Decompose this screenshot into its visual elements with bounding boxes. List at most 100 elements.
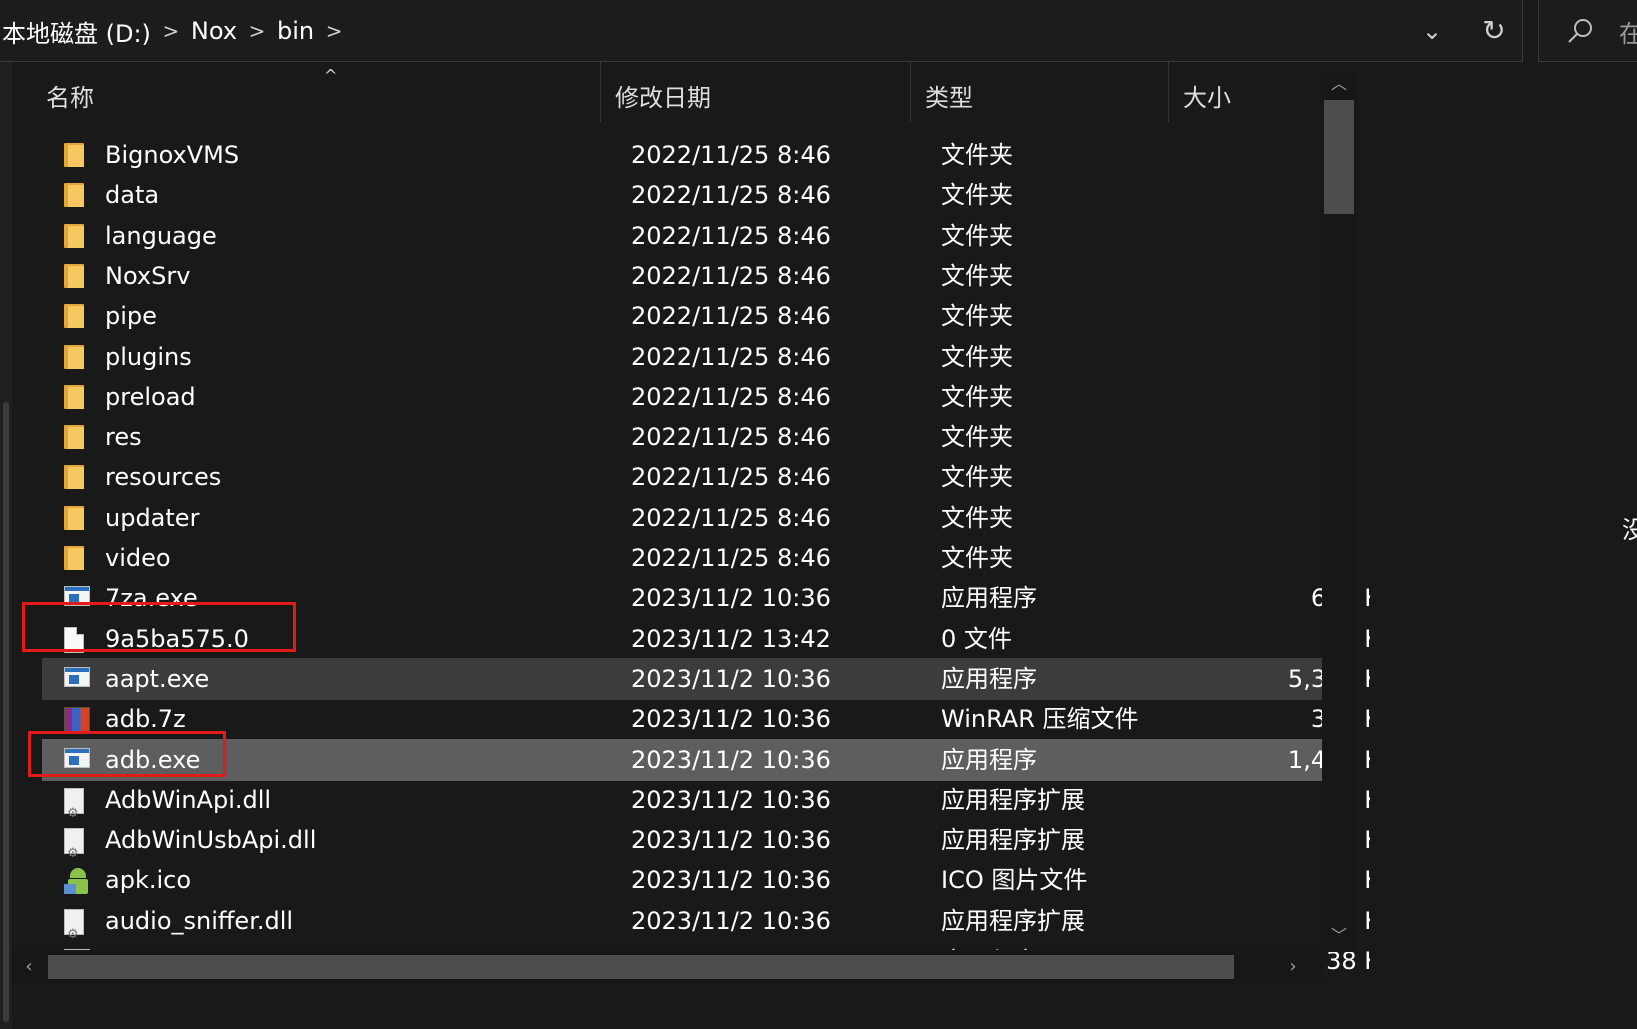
refresh-icon[interactable]: ↻ — [1468, 11, 1520, 51]
file-date: 2023/11/2 10:36 — [631, 866, 831, 895]
file-date: 2023/11/2 13:42 — [631, 624, 831, 653]
file-type: 文件夹 — [941, 503, 1013, 532]
file-type: 文件夹 — [941, 302, 1013, 331]
file-row[interactable]: video 2022/11/25 8:46 文件夹 — [42, 537, 1350, 579]
file-date: 2023/11/2 10:36 — [631, 826, 831, 855]
file-type: 文件夹 — [941, 382, 1013, 411]
file-row[interactable]: language 2022/11/25 8:46 文件夹 — [42, 215, 1350, 257]
file-icon — [64, 626, 92, 653]
breadcrumb: 本地磁盘 (D:) > Nox > bin > — [0, 0, 352, 62]
file-row[interactable]: data 2022/11/25 8:46 文件夹 — [42, 174, 1350, 216]
file-date: 2023/11/2 10:36 — [631, 906, 831, 935]
file-row[interactable]: preload 2022/11/25 8:46 文件夹 — [42, 376, 1350, 418]
search-box[interactable]: 在 — [1538, 0, 1637, 62]
file-date: 2023/11/2 10:36 — [631, 705, 831, 734]
file-name: BignoxVMS — [105, 141, 240, 169]
file-row[interactable]: 7za.exe2023/11/2 10:36应用程序651 K — [42, 577, 1370, 619]
file-type: 应用程序扩展 — [941, 906, 1085, 935]
file-type: 文件夹 — [941, 423, 1013, 452]
file-type: 文件夹 — [941, 261, 1013, 290]
file-type: 文件夹 — [941, 463, 1013, 492]
file-row[interactable]: audio_sniffer.dll2023/11/2 10:36应用程序扩展48… — [42, 900, 1370, 956]
file-row[interactable]: NoxSrv 2022/11/25 8:46 文件夹 — [42, 255, 1350, 297]
file-row[interactable]: aapt.exe2023/11/2 10:36应用程序5,331 K — [42, 657, 1370, 700]
folder-icon — [64, 384, 92, 409]
file-type: ICO 图片文件 — [941, 866, 1088, 895]
file-row[interactable]: 9a5ba575.02023/11/2 13:420 文件2 K — [42, 618, 1370, 660]
folder-icon — [64, 183, 92, 208]
breadcrumb-nox[interactable]: Nox — [189, 17, 239, 45]
navigation-scrollbar[interactable] — [3, 402, 9, 1022]
navigation-pane[interactable] — [0, 62, 12, 1029]
file-name: 7za.exe — [105, 584, 198, 613]
file-date: 2022/11/25 8:46 — [631, 423, 831, 452]
file-row[interactable]: AdbWinUsbApi.dll2023/11/2 10:36应用程序扩展62 … — [42, 819, 1370, 875]
folder-icon — [64, 143, 92, 167]
folder-icon — [64, 344, 92, 369]
file-name: resources — [105, 463, 222, 492]
vertical-scroll-thumb[interactable] — [1324, 100, 1354, 214]
column-type-header[interactable]: 类型 — [910, 62, 1168, 122]
file-date: 2023/11/2 10:36 — [631, 584, 831, 613]
chevron-right-icon[interactable]: > — [153, 19, 189, 43]
file-type: WinRAR 压缩文件 — [941, 705, 1139, 734]
column-name-header[interactable]: 名称 — [32, 62, 600, 122]
dll-icon — [64, 828, 92, 875]
breadcrumb-bin[interactable]: bin — [275, 17, 316, 45]
file-explorer-window: 本地磁盘 (D:) > Nox > bin > ⌄ ↻ 在 名称 ^ 修改日期 — [0, 0, 1637, 1029]
file-type: 0 文件 — [941, 624, 1012, 653]
file-row[interactable]: apk.ico2023/11/2 10:36ICO 图片文件34 K — [42, 859, 1370, 901]
file-date: 2022/11/25 8:46 — [631, 302, 831, 331]
file-row[interactable]: AdbWinApi.dll2023/11/2 10:36应用程序扩展96 K — [42, 779, 1370, 835]
column-date-header[interactable]: 修改日期 — [600, 62, 910, 122]
dll-icon — [64, 908, 92, 956]
file-name: plugins — [105, 342, 192, 371]
file-name: res — [105, 423, 142, 452]
file-name: data — [105, 181, 160, 210]
folder-icon — [64, 304, 92, 329]
file-row[interactable]: resources 2022/11/25 8:46 文件夹 — [42, 456, 1350, 498]
exe-icon — [64, 666, 92, 691]
scroll-down-icon[interactable]: ﹀ — [1322, 924, 1356, 948]
address-bar[interactable]: 本地磁盘 (D:) > Nox > bin > ⌄ ↻ — [0, 0, 1523, 62]
column-size-header[interactable]: 大小 — [1168, 62, 1328, 122]
file-list-pane: 名称 ^ 修改日期 类型 大小 BignoxVMS 2022/11/25 8:46… — [12, 62, 1370, 1029]
chevron-right-icon[interactable]: > — [316, 19, 352, 43]
file-date: 2023/11/2 10:36 — [631, 664, 831, 693]
file-name: language — [105, 221, 217, 250]
file-row[interactable]: res 2022/11/25 8:46 文件夹 — [42, 416, 1350, 458]
chevron-right-icon[interactable]: > — [239, 19, 275, 43]
horizontal-scroll-thumb[interactable] — [48, 955, 1234, 979]
scroll-up-icon[interactable]: ︿ — [1322, 72, 1356, 96]
file-row[interactable]: plugins 2022/11/25 8:46 文件夹 — [42, 336, 1350, 378]
file-name: AdbWinUsbApi.dll — [105, 826, 317, 855]
file-name: apk.ico — [105, 866, 192, 895]
file-date: 2022/11/25 8:46 — [631, 141, 831, 169]
file-date: 2022/11/25 8:46 — [631, 463, 831, 492]
vertical-scrollbar[interactable]: ︿ ﹀ — [1322, 72, 1356, 952]
scroll-left-icon[interactable]: ‹ — [12, 950, 46, 984]
file-date: 2022/11/25 8:46 — [631, 221, 831, 250]
file-name: AdbWinApi.dll — [105, 785, 272, 814]
horizontal-scrollbar[interactable]: ‹ › — [12, 950, 1322, 984]
dll-icon — [64, 787, 92, 835]
file-name: preload — [105, 382, 196, 411]
file-name: video — [105, 544, 171, 572]
file-row[interactable]: pipe 2022/11/25 8:46 文件夹 — [42, 295, 1350, 337]
file-type: 应用程序扩展 — [941, 785, 1085, 814]
file-type: 文件夹 — [941, 342, 1013, 371]
search-icon — [1568, 19, 1592, 43]
file-name: adb.7z — [105, 705, 186, 734]
folder-icon — [64, 425, 92, 450]
file-row[interactable]: updater 2022/11/25 8:46 文件夹 — [42, 497, 1350, 539]
search-input[interactable]: 在 — [1619, 14, 1637, 49]
file-row[interactable]: BignoxVMS 2022/11/25 8:46 文件夹 — [42, 134, 1350, 176]
folder-icon — [64, 546, 92, 570]
address-dropdown-icon[interactable]: ⌄ — [1406, 11, 1458, 51]
file-date: 2022/11/25 8:46 — [631, 181, 831, 210]
file-date: 2023/11/2 10:36 — [631, 745, 831, 774]
breadcrumb-drive[interactable]: 本地磁盘 (D:) — [0, 14, 153, 49]
file-row[interactable]: adb.7z2023/11/2 10:36WinRAR 压缩文件386 K — [42, 698, 1370, 740]
file-row[interactable]: adb.exe2023/11/2 10:36应用程序1,468 K — [42, 738, 1370, 781]
scroll-right-icon[interactable]: › — [1276, 950, 1310, 984]
